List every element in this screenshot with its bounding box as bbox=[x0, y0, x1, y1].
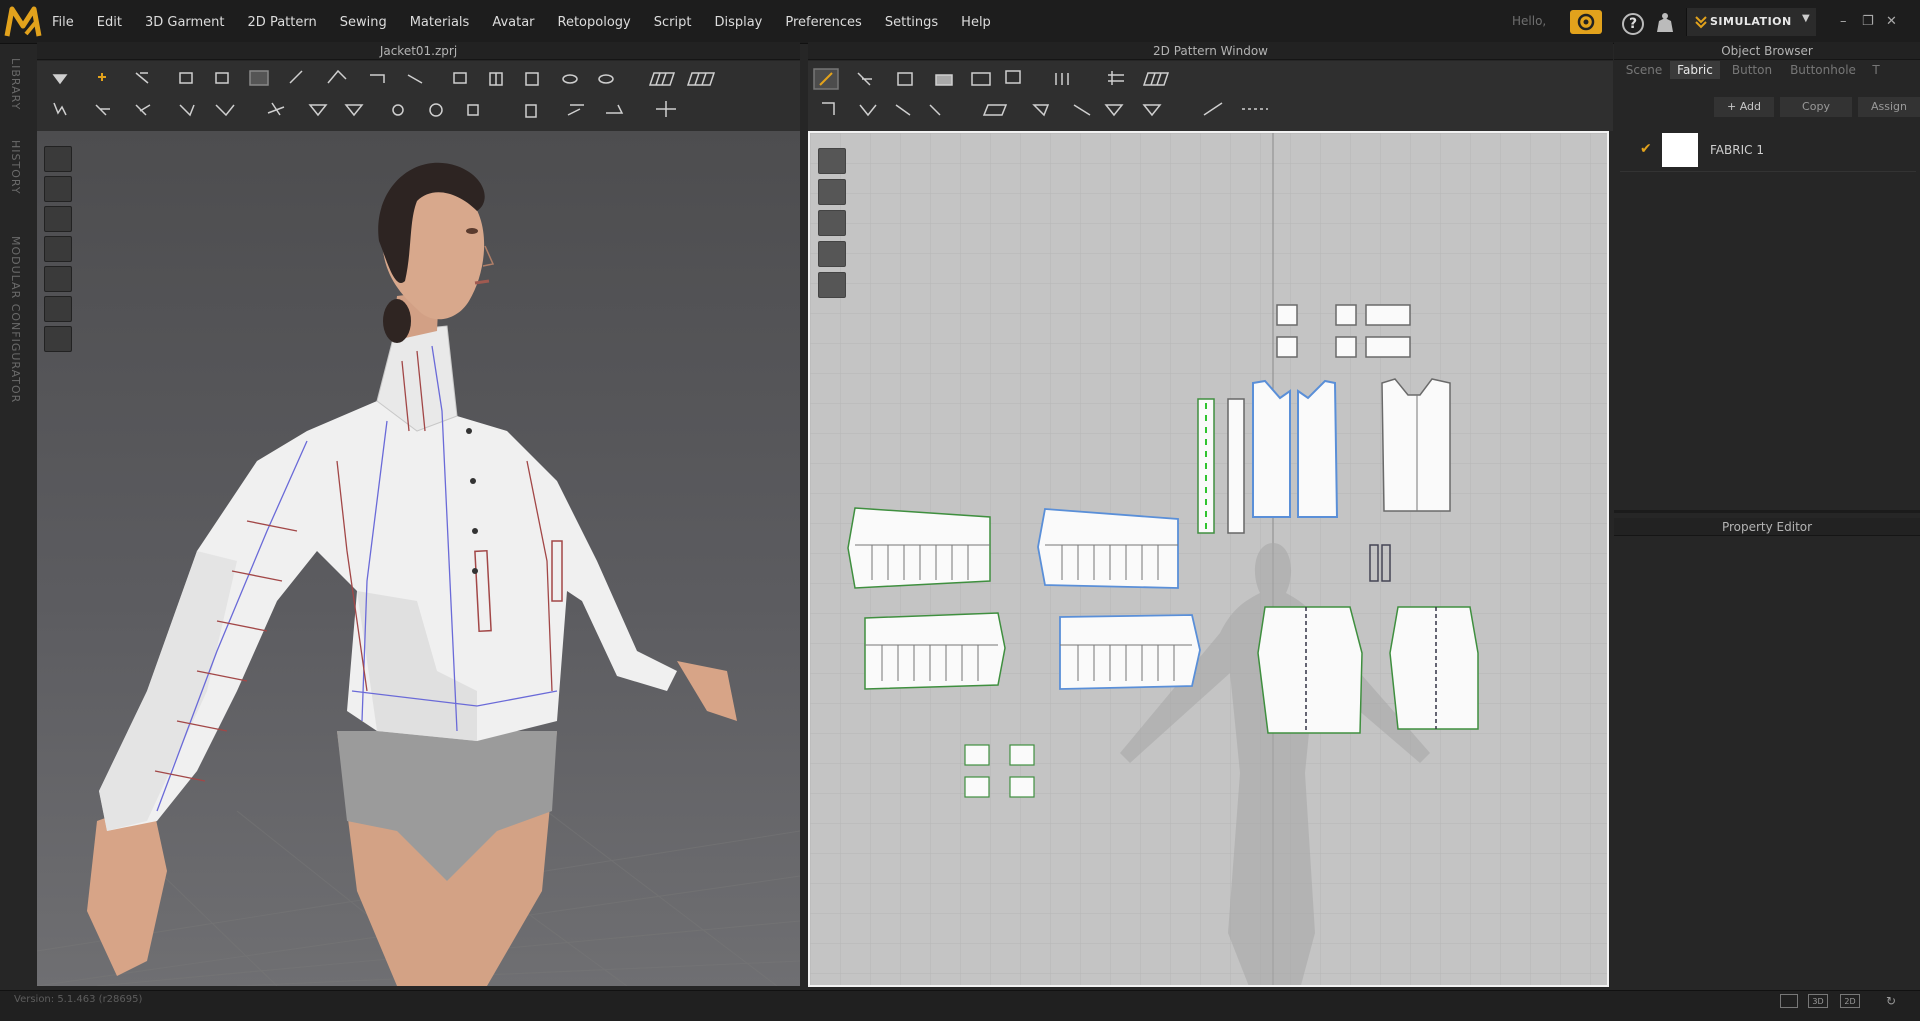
mode-label: SIMULATION bbox=[1710, 15, 1792, 28]
pattern-canvas bbox=[810, 133, 1607, 985]
tab-button[interactable]: Button bbox=[1724, 61, 1780, 79]
menu-help[interactable]: Help bbox=[961, 15, 991, 30]
tab-scene[interactable]: Scene bbox=[1620, 61, 1668, 79]
cloud-icon bbox=[1577, 13, 1595, 31]
tab-buttonhole[interactable]: Buttonhole bbox=[1784, 61, 1862, 79]
menu-materials[interactable]: Materials bbox=[410, 15, 470, 30]
texture-icon[interactable] bbox=[44, 236, 72, 262]
pane-2d-title: 2D Pattern Window bbox=[808, 42, 1613, 60]
tab-topstitch[interactable]: T bbox=[1866, 61, 1886, 79]
close-icon[interactable]: ✕ bbox=[1886, 14, 1897, 29]
garment-icon[interactable] bbox=[44, 146, 72, 172]
puzzle-icon[interactable] bbox=[818, 272, 846, 298]
menu-2d-pattern[interactable]: 2D Pattern bbox=[248, 15, 317, 30]
right-panel bbox=[1614, 44, 1920, 990]
restore-icon[interactable]: ❐ bbox=[1862, 14, 1874, 29]
help-icon[interactable]: ? bbox=[1622, 13, 1644, 35]
brush-icon[interactable] bbox=[818, 148, 846, 174]
info-icon[interactable] bbox=[818, 210, 846, 236]
history-tab[interactable]: HISTORY bbox=[9, 140, 22, 195]
avatar-with-jacket bbox=[37, 162, 800, 986]
texture-icon[interactable] bbox=[818, 241, 846, 267]
greeting-text: Hello, bbox=[1512, 14, 1547, 28]
pattern-window-sidebar bbox=[818, 148, 846, 303]
menu-display[interactable]: Display bbox=[714, 15, 762, 30]
view-3d-button[interactable]: 3D bbox=[1808, 994, 1828, 1008]
check-icon: ✔ bbox=[1640, 141, 1652, 157]
viewport-3d[interactable] bbox=[37, 131, 800, 986]
status-bar bbox=[0, 990, 1920, 1021]
shirt-icon[interactable] bbox=[818, 179, 846, 205]
copy-fabric-button[interactable]: Copy bbox=[1780, 97, 1852, 117]
globe-icon[interactable] bbox=[44, 326, 72, 352]
pattern-window-2d[interactable] bbox=[808, 131, 1609, 987]
tab-fabric[interactable]: Fabric bbox=[1670, 61, 1720, 79]
toolbar-2d-icons bbox=[813, 68, 1268, 117]
mode-dropdown-icon[interactable]: ▼ bbox=[1802, 13, 1810, 24]
menu-sewing[interactable]: Sewing bbox=[340, 15, 387, 30]
version-text: Version: 5.1.463 (r28695) bbox=[14, 994, 143, 1005]
avatar-settings-icon[interactable] bbox=[1654, 12, 1676, 34]
fabric-icon[interactable] bbox=[44, 266, 72, 292]
pane-3d-title: Jacket01.zprj bbox=[37, 42, 800, 60]
app-logo-icon[interactable] bbox=[4, 4, 42, 40]
main-menu: File Edit 3D Garment 2D Pattern Sewing M… bbox=[52, 0, 1014, 44]
sewing-points-icon[interactable] bbox=[44, 176, 72, 202]
menu-script[interactable]: Script bbox=[654, 15, 692, 30]
library-tab[interactable]: LIBRARY bbox=[9, 58, 22, 110]
menu-settings[interactable]: Settings bbox=[885, 15, 938, 30]
object-browser-title: Object Browser bbox=[1614, 42, 1920, 60]
menu-preferences[interactable]: Preferences bbox=[785, 15, 861, 30]
menu-avatar[interactable]: Avatar bbox=[492, 15, 534, 30]
viewport-3d-sidebar bbox=[44, 146, 72, 356]
menu-edit[interactable]: Edit bbox=[97, 15, 122, 30]
fabric-list-item[interactable]: ✔ FABRIC 1 bbox=[1620, 130, 1916, 172]
menu-3d-garment[interactable]: 3D Garment bbox=[145, 15, 225, 30]
cloud-button[interactable] bbox=[1570, 10, 1602, 34]
property-editor-title: Property Editor bbox=[1614, 518, 1920, 536]
menu-file[interactable]: File bbox=[52, 15, 74, 30]
split-view-icon[interactable] bbox=[1780, 994, 1798, 1008]
simulation-chevron-icon bbox=[1695, 16, 1707, 29]
view-2d-button[interactable]: 2D bbox=[1840, 994, 1860, 1008]
menu-retopology[interactable]: Retopology bbox=[558, 15, 631, 30]
skin-icon[interactable] bbox=[44, 296, 72, 322]
minimize-icon[interactable]: – bbox=[1840, 14, 1847, 29]
refresh-icon[interactable]: ↻ bbox=[1886, 994, 1896, 1008]
fabric-name: FABRIC 1 bbox=[1710, 143, 1764, 157]
add-fabric-button[interactable]: + Add bbox=[1714, 97, 1774, 117]
panel-divider[interactable] bbox=[1614, 510, 1920, 513]
toolbar-3d-icons bbox=[52, 69, 716, 118]
avatar-icon[interactable] bbox=[44, 206, 72, 232]
fabric-swatch bbox=[1662, 133, 1698, 167]
modular-configurator-tab[interactable]: MODULAR CONFIGURATOR bbox=[9, 236, 22, 403]
assign-fabric-button[interactable]: Assign bbox=[1858, 97, 1920, 117]
